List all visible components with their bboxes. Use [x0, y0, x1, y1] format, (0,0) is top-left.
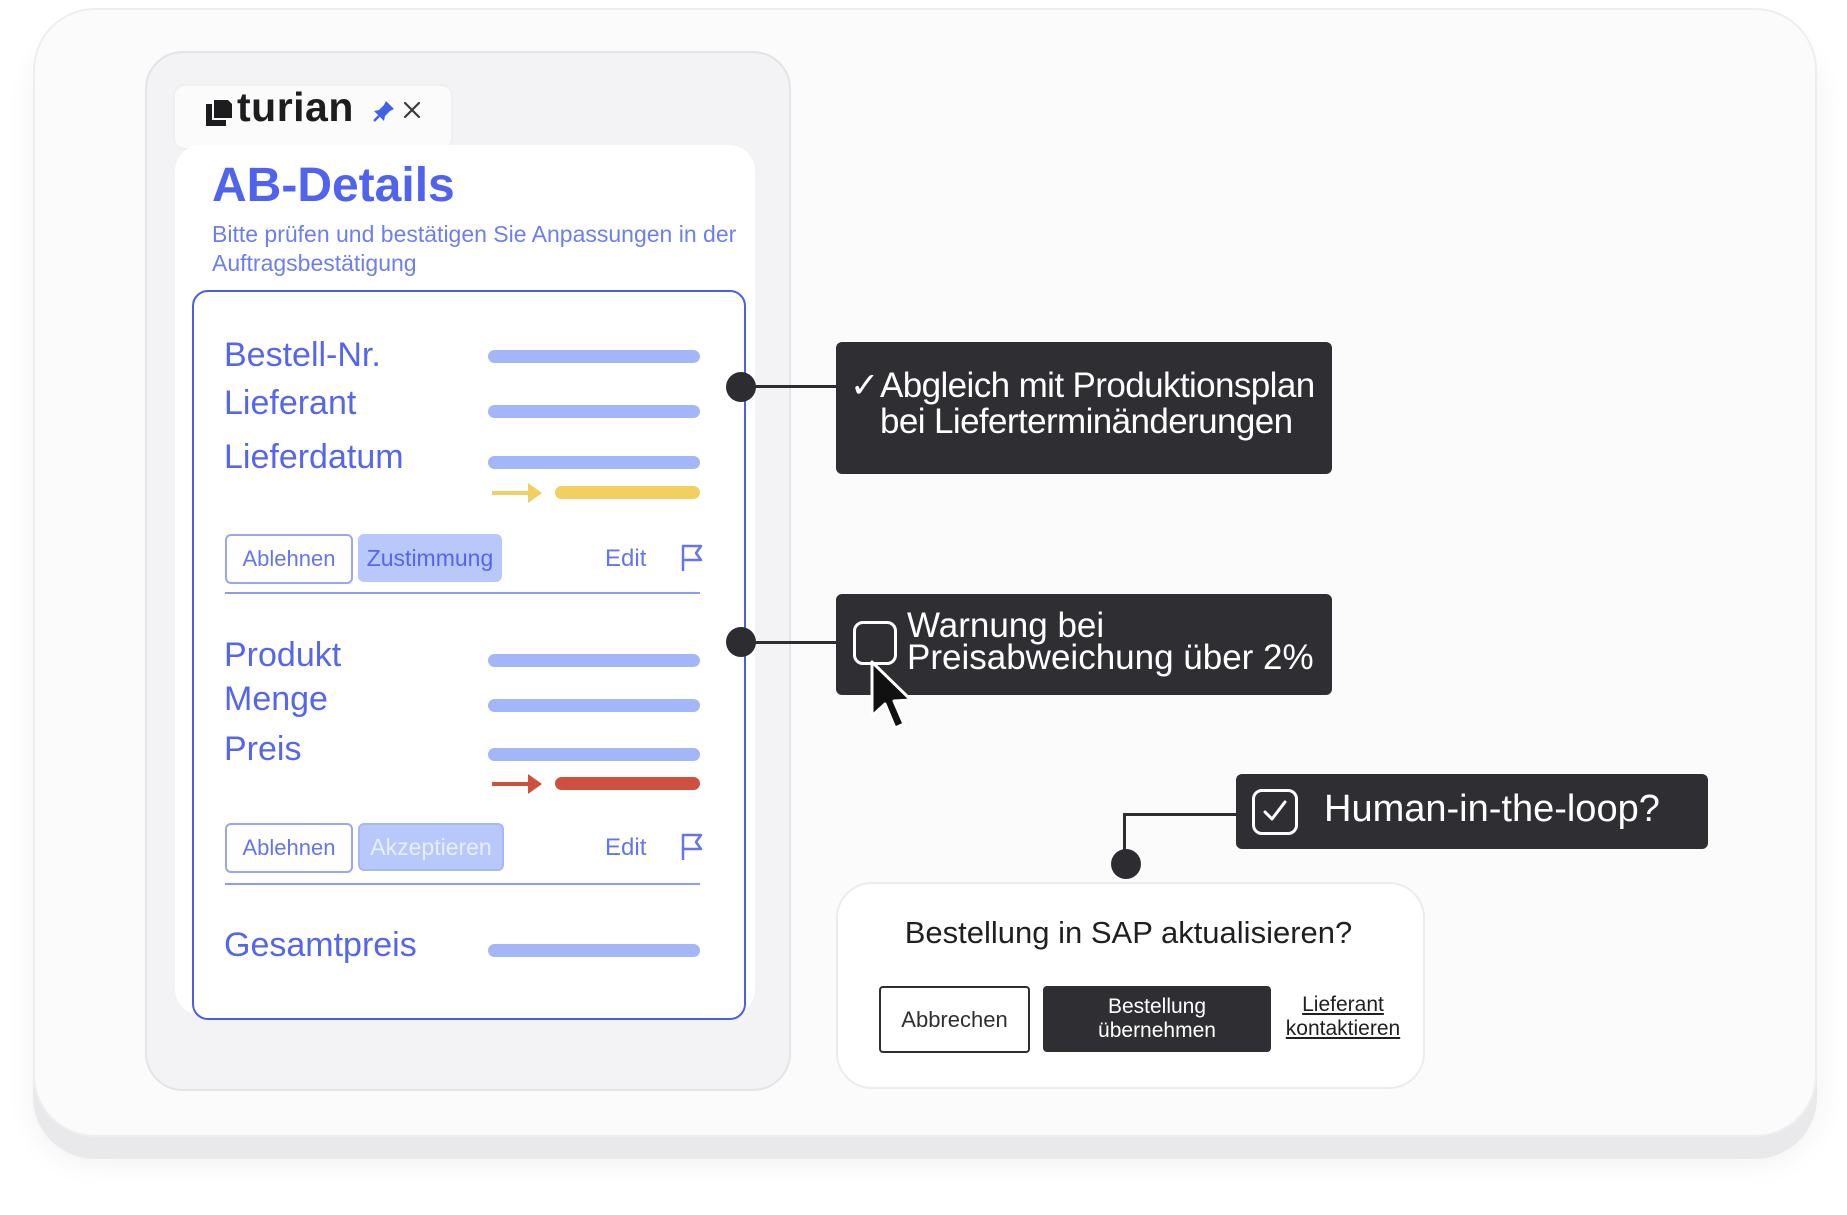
- change-arrow-icon: [492, 774, 542, 794]
- mouse-cursor-icon: [870, 660, 913, 730]
- value-bar-product: [488, 654, 700, 667]
- value-bar-total-price: [488, 944, 700, 957]
- edit-button[interactable]: Edit: [605, 545, 646, 573]
- accept-button[interactable]: Akzeptieren: [358, 823, 504, 871]
- callout-text-line1: Abgleich mit Produktionsplan: [880, 366, 1315, 405]
- cancel-button[interactable]: Abbrechen: [879, 986, 1030, 1053]
- value-bar-supplier: [488, 405, 700, 418]
- dialog-question: Bestellung in SAP aktualisieren?: [904, 915, 1353, 950]
- field-label-order-number: Bestell-Nr.: [224, 336, 381, 374]
- turian-logo-icon: [206, 100, 232, 126]
- value-bar-order-number: [488, 350, 700, 363]
- value-bar-quantity: [488, 699, 700, 712]
- hitl-text: Human-in-the-loop?: [1324, 788, 1660, 830]
- page-subtitle: Bitte prüfen und bestätigen Sie Anpassun…: [212, 221, 737, 276]
- field-label-delivery-date: Lieferdatum: [224, 438, 404, 476]
- contact-link-line1: Lieferant: [1302, 993, 1384, 1016]
- connector-line: [1123, 813, 1237, 816]
- field-label-product: Produkt: [224, 636, 342, 674]
- contact-supplier-link[interactable]: Lieferant kontaktieren: [1276, 993, 1410, 1041]
- page-title: AB-Details: [212, 159, 455, 212]
- changed-value-bar-delivery-date: [555, 486, 700, 499]
- close-icon[interactable]: [402, 100, 422, 120]
- section-divider: [225, 883, 700, 885]
- section-divider: [225, 592, 700, 594]
- connector-line: [741, 385, 837, 388]
- contact-link-line2: kontaktieren: [1285, 1017, 1401, 1040]
- callout-text-line2: Preisabweichung über 2%: [907, 638, 1314, 677]
- change-arrow-icon: [492, 483, 542, 503]
- reject-button[interactable]: Ablehnen: [225, 534, 353, 584]
- checkmark-icon: [1263, 800, 1287, 821]
- connector-line: [741, 641, 837, 644]
- connector-dot: [1111, 849, 1141, 879]
- changed-value-bar-price: [555, 777, 700, 790]
- flag-icon[interactable]: [679, 832, 705, 862]
- app-logo-text: turian: [237, 84, 354, 130]
- field-label-supplier: Lieferant: [224, 384, 357, 422]
- check-mark: ✓: [850, 366, 880, 405]
- confirm-button[interactable]: Bestellung übernehmen: [1043, 986, 1271, 1052]
- flag-icon[interactable]: [679, 543, 705, 573]
- field-label-total-price: Gesamtpreis: [224, 926, 417, 964]
- edit-button[interactable]: Edit: [605, 834, 646, 862]
- reject-button[interactable]: Ablehnen: [225, 823, 353, 873]
- approve-button[interactable]: Zustimmung: [358, 534, 502, 582]
- confirm-button-line2: übernehmen: [1098, 1019, 1216, 1042]
- field-label-quantity: Menge: [224, 680, 328, 718]
- callout-text-line2: bei Lieferterminänderungen: [880, 402, 1293, 441]
- value-bar-price: [488, 748, 700, 761]
- confirm-button-line1: Bestellung: [1107, 995, 1207, 1018]
- pin-icon[interactable]: [372, 99, 396, 123]
- value-bar-delivery-date: [488, 456, 700, 469]
- field-label-price: Preis: [224, 730, 302, 768]
